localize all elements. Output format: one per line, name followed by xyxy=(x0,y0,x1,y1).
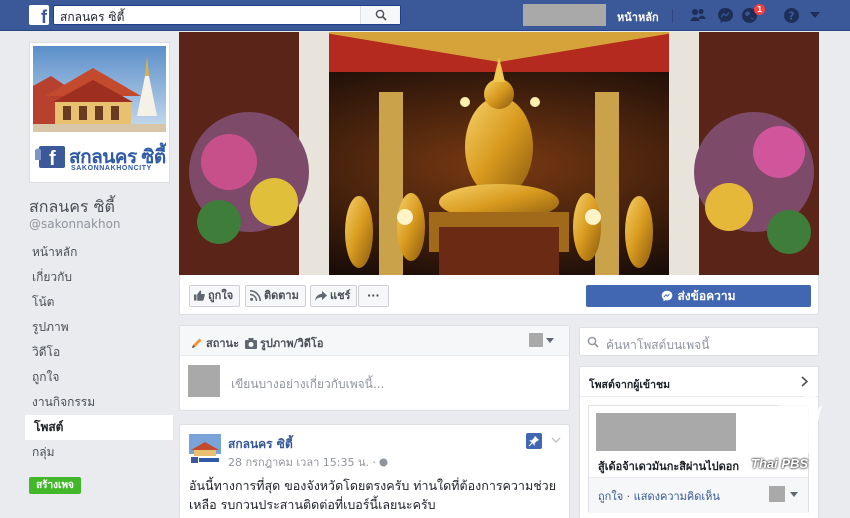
post-author-name[interactable]: สกลนคร ซิตี้ xyxy=(228,435,293,454)
post-body-text: อันนี้ทางการที่สุด ของจังหวัดโดยตรงครับ … xyxy=(189,478,557,512)
sidebar-item-posts[interactable]: โพสต์ xyxy=(25,415,173,440)
post-composer: สถานะ รูปภาพ/วิดีโอ เขียนบางอย่างเกี่ยวก… xyxy=(179,325,570,411)
share-page-label: แชร์ xyxy=(330,289,351,302)
caret-down-icon[interactable] xyxy=(546,338,554,343)
chevron-right-icon[interactable] xyxy=(801,376,808,387)
share-page-button[interactable]: แชร์ xyxy=(310,285,358,307)
caret-down-icon[interactable] xyxy=(810,12,820,18)
search-input-value: สกลนคร ซิตี้ xyxy=(60,10,125,24)
send-message-button[interactable]: ส่งข้อความ xyxy=(586,285,811,307)
svg-text:f: f xyxy=(49,148,56,170)
pencil-icon xyxy=(192,338,202,348)
post-timestamp-text: 28 กรกฎาคม เวลา 15:35 น. · xyxy=(228,456,376,469)
visitor-post-text: สู้เด้อจ้าเดวมันกะสิผ่านไปดอก xyxy=(598,460,740,473)
send-message-label: ส่งข้อความ xyxy=(677,289,736,303)
tab-photo-video[interactable]: รูปภาพ/วิดีโอ xyxy=(245,334,323,352)
sidebar-item-videos[interactable]: วิดีโอ xyxy=(25,340,173,365)
messenger-icon[interactable] xyxy=(717,7,734,24)
page-search-placeholder: ค้นหาโพสต์บนเพจนี้ xyxy=(606,338,710,352)
svg-text:?: ? xyxy=(788,10,794,23)
create-page-button[interactable]: สร้างเพจ xyxy=(29,477,81,494)
visitor-posts-title: โพสต์จากผู้เข้าชม xyxy=(589,379,671,391)
follow-page-button[interactable]: ติดตาม xyxy=(245,285,306,307)
visitor-post-like-link[interactable]: ถูกใจ xyxy=(598,490,623,503)
avatar xyxy=(188,365,220,397)
visitor-avatar-redacted xyxy=(769,486,785,502)
thumbs-up-icon xyxy=(194,290,205,301)
post-author-avatar[interactable] xyxy=(189,434,221,466)
share-icon xyxy=(315,291,327,301)
composer-input[interactable]: เขียนบางอย่างเกี่ยวกับเพจนี้... xyxy=(231,375,384,394)
search-button[interactable] xyxy=(360,6,400,24)
visitor-post-author-redacted[interactable] xyxy=(596,413,736,451)
more-options-button[interactable]: ··· xyxy=(358,285,389,307)
sidebar-item-likes[interactable]: ถูกใจ xyxy=(25,365,173,390)
camera-icon xyxy=(245,338,257,349)
post-timestamp[interactable]: 28 กรกฎาคม เวลา 15:35 น. · xyxy=(228,453,388,471)
caret-down-icon[interactable] xyxy=(790,492,798,497)
facebook-logo-icon[interactable]: f xyxy=(29,5,49,25)
search-icon xyxy=(375,9,387,21)
home-link[interactable]: หน้าหลัก xyxy=(617,8,659,26)
composer-tabs: สถานะ รูปภาพ/วิดีโอ xyxy=(180,326,569,356)
cover-photo[interactable] xyxy=(179,32,819,275)
visitor-post-comment-link[interactable]: แสดงความคิดเห็น xyxy=(634,490,720,503)
tab-photo-video-label: รูปภาพ/วิดีโอ xyxy=(260,337,324,350)
page-profile-picture[interactable]: f สกลนคร ซิตี้ SAKONNAKHONCITY xyxy=(29,42,170,183)
friends-icon[interactable] xyxy=(689,7,707,23)
sidebar-item-events[interactable]: งานกิจกรรม xyxy=(25,390,173,415)
temple-photo xyxy=(33,46,166,132)
broadcaster-logo-text: Thai PBS xyxy=(751,456,809,471)
post-options-chevron-icon[interactable] xyxy=(551,437,561,443)
follow-page-label: ติดตาม xyxy=(264,289,299,302)
audience-selector-redacted[interactable] xyxy=(529,333,543,347)
divider xyxy=(672,9,673,23)
sidebar-item-home[interactable]: หน้าหลัก xyxy=(25,240,173,265)
page-post-search-input[interactable]: ค้นหาโพสต์บนเพจนี้ xyxy=(579,327,819,356)
sidebar-item-photos[interactable]: รูปภาพ xyxy=(25,315,173,340)
visitor-post-actions: ถูกใจ · แสดงความคิดเห็น xyxy=(598,490,720,503)
help-icon[interactable]: ? xyxy=(783,7,800,24)
globe-icon xyxy=(379,458,388,467)
page-action-bar: ถูกใจ ติดตาม แชร์ ··· ส่งข้อความ xyxy=(179,275,819,315)
pin-icon xyxy=(526,433,542,449)
like-page-label: ถูกใจ xyxy=(208,289,234,302)
page-sidebar-nav: หน้าหลัก เกี่ยวกับ โน้ต รูปภาพ วิดีโอ ถู… xyxy=(25,240,173,465)
messenger-icon xyxy=(662,290,673,302)
like-page-button[interactable]: ถูกใจ xyxy=(189,285,241,307)
notification-badge: 1 xyxy=(754,4,765,15)
search-icon xyxy=(587,336,599,348)
sidebar-item-groups[interactable]: กลุ่ม xyxy=(25,440,173,465)
pinned-post: สกลนคร ซิตี้ 28 กรกฎาคม เวลา 15:35 น. · … xyxy=(179,424,570,518)
tab-status-label: สถานะ xyxy=(206,337,239,350)
tab-status[interactable]: สถานะ xyxy=(191,334,239,352)
profile-link-redacted[interactable] xyxy=(523,4,606,26)
global-search-input[interactable]: สกลนคร ซิตี้ xyxy=(53,5,401,25)
visitor-post-footer: ถูกใจ · แสดงความคิดเห็น xyxy=(589,477,808,513)
sidebar-item-notes[interactable]: โน้ต xyxy=(25,290,173,315)
sidebar-item-about[interactable]: เกี่ยวกับ xyxy=(25,265,173,290)
top-navigation-bar: f สกลนคร ซิตี้ หน้าหลัก 1 ? xyxy=(0,0,850,31)
page-handle[interactable]: @sakonnakhon xyxy=(29,217,121,231)
brand-logo-subtext: SAKONNAKHONCITY xyxy=(71,165,152,172)
rss-icon xyxy=(249,290,261,302)
